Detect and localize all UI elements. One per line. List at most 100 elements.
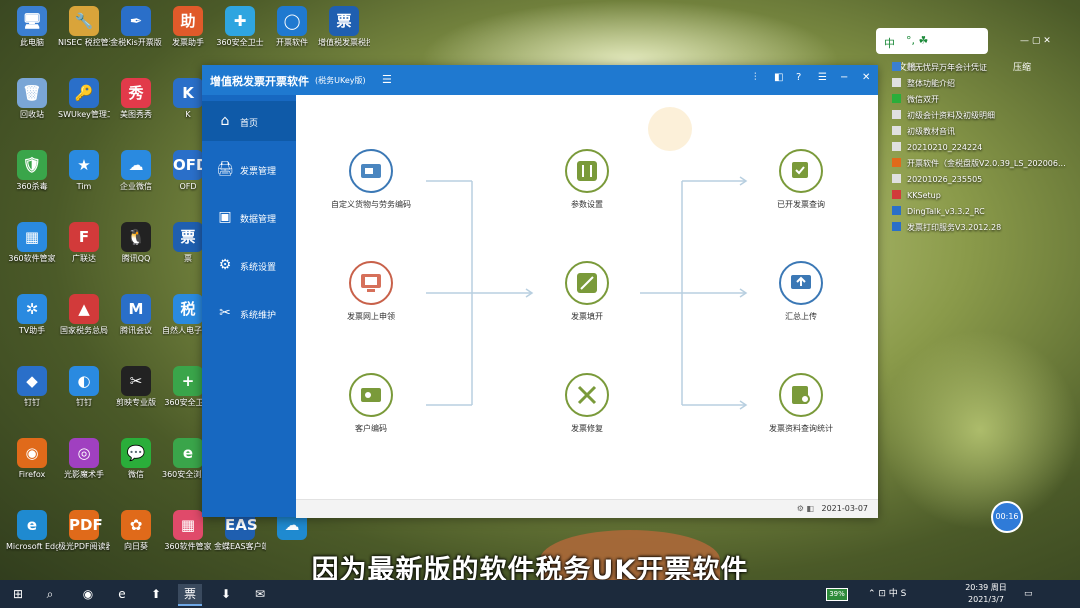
desktop-icon[interactable]: ◎ 光影魔术手 xyxy=(58,438,110,480)
desktop-file-item[interactable]: DingTalk_v3.3.2_RC xyxy=(892,206,985,220)
desktop-icon[interactable]: ✿ 向日葵 xyxy=(110,510,162,552)
hamburger-icon[interactable]: ☰ xyxy=(382,73,392,86)
sidebar-item-system-maintenance[interactable]: ✂ 系统维护 xyxy=(202,293,296,333)
file-label: 发票打印服务V3.2012.28 xyxy=(907,223,1002,232)
search-icon[interactable]: ⌕ xyxy=(38,584,62,604)
desktop-file-item[interactable]: 初级教材音讯 xyxy=(892,126,955,140)
status-icons[interactable]: ⚙ ◧ xyxy=(797,504,814,513)
desktop-file-item[interactable]: 微信双开 xyxy=(892,94,939,108)
desktop-icon-label: 微信 xyxy=(128,470,144,479)
battery-indicator[interactable]: 39% xyxy=(826,588,848,601)
sliders-icon: ⚙ xyxy=(218,257,232,273)
node-label: 参数设置 xyxy=(571,200,603,209)
desktop-icon[interactable]: 🔑 SWUkey管理工具 xyxy=(58,78,110,120)
desktop-icon[interactable]: 🖥 此电脑 xyxy=(6,6,58,48)
desktop-icon[interactable]: eMicrosoft Edge xyxy=(6,510,58,552)
desktop-icon[interactable]: ✒ 金税Kis开票版 xyxy=(110,6,162,48)
desktop-file-item[interactable]: 初级会计资料及初级明细 xyxy=(892,110,995,124)
app-icon: e xyxy=(173,438,203,468)
taskbar-download-icon[interactable]: ⬇ xyxy=(214,584,238,604)
pin-icon[interactable]: ⫶ xyxy=(754,72,757,83)
window-controls-icon[interactable]: — ▢ ✕ xyxy=(1020,36,1051,46)
desktop-file-item[interactable]: 20201026_235505 xyxy=(892,174,982,188)
desktop-icon[interactable]: 💬 微信 xyxy=(110,438,162,480)
desktop-file-item[interactable]: 账无忧异万年会计凭证 xyxy=(892,62,987,76)
desktop-icon[interactable]: ◆ 钉钉 xyxy=(6,366,58,408)
desktop-icon[interactable]: ▦ 360软件管家 xyxy=(6,222,58,264)
window-icon[interactable]: ◧ xyxy=(774,72,783,83)
sidebar: ⌂ 首页 🖨 发票管理 ▣ 数据管理 ⚙ 系统设置 ✂ 系统维护 xyxy=(202,95,296,517)
app-icon: 秀 xyxy=(121,78,151,108)
desktop-icon-label: 国家税务总局 xyxy=(60,326,108,335)
taskbar-360-icon[interactable]: ◉ xyxy=(76,584,100,604)
sidebar-item-invoice-management[interactable]: 🖨 发票管理 xyxy=(202,149,296,189)
sidebar-item-data-management[interactable]: ▣ 数据管理 xyxy=(202,197,296,237)
desktop-icon[interactable]: 🗑 回收站 xyxy=(6,78,58,120)
desktop-icon[interactable]: ▲ 国家税务总局 xyxy=(58,294,110,336)
desktop-icon[interactable]: ✂ 剪映专业版 xyxy=(110,366,162,408)
ime-language[interactable]: 中 xyxy=(884,35,895,51)
taskbar-invoice-icon[interactable]: 票 xyxy=(178,584,202,606)
desktop-file-item[interactable]: KKSetup xyxy=(892,190,941,204)
desktop-icon[interactable]: ◉ Firefox xyxy=(6,438,58,480)
file-icon xyxy=(892,94,901,103)
desktop-file-item[interactable]: 开票软件（金税盘版V2.0.39_LS_202006... xyxy=(892,158,1066,172)
desktop-icon-label: 360软件管家 xyxy=(8,254,56,263)
node-customer-codes[interactable]: 客户编码 xyxy=(316,373,426,434)
app-icon: ▦ xyxy=(173,510,203,540)
desktop-icon[interactable]: F 广联达 xyxy=(58,222,110,264)
node-label: 发票修复 xyxy=(571,424,603,433)
home-icon: ⌂ xyxy=(220,113,230,129)
desktop-icon[interactable]: 秀美图秀秀 xyxy=(110,78,162,120)
sidebar-item-home[interactable]: ⌂ 首页 xyxy=(202,101,296,141)
sidebar-item-system-settings[interactable]: ⚙ 系统设置 xyxy=(202,245,296,285)
file-icon xyxy=(892,190,901,199)
taskbar-app-icon[interactable]: ⬆ xyxy=(144,584,168,604)
notification-icon[interactable]: ▭ xyxy=(1024,580,1033,608)
help-icon[interactable]: ? xyxy=(796,72,801,83)
node-parameter-settings[interactable]: 参数设置 xyxy=(532,149,642,210)
desktop-icon[interactable]: 🔧 NISEC 税控管理工具 xyxy=(58,6,110,48)
desktop-icon[interactable]: PDF 极光PDF阅读器 xyxy=(58,510,110,552)
recording-timer[interactable]: 00:16 xyxy=(991,501,1023,533)
desktop-icon[interactable]: 票增值税发票税控开票软件 xyxy=(318,6,370,48)
node-invoice-online-apply[interactable]: 发票网上申领 xyxy=(316,261,426,322)
desktop-file-item[interactable]: 20210210_224224 xyxy=(892,142,982,156)
desktop-icon[interactable]: ◐ 钉钉 xyxy=(58,366,110,408)
desktop-icon-label: 金税Kis开票版 xyxy=(110,38,162,47)
node-issued-invoice-query[interactable]: 已开发票查询 xyxy=(746,149,856,210)
start-icon[interactable]: ⊞ xyxy=(6,584,30,604)
taskbar-edge-icon[interactable]: e xyxy=(110,584,134,604)
node-invoice-issue[interactable]: 发票填开 xyxy=(532,261,642,322)
file-label: 初级会计资料及初级明细 xyxy=(907,111,995,120)
desktop-icon[interactable]: M 腾讯会议 xyxy=(110,294,162,336)
system-tray-icons[interactable]: ⌃ ⊡ 中 S xyxy=(868,580,906,608)
title-bar[interactable]: 增值税发票开票软件 (税务UKey版) ☰ ⫶ ◧ ? ☰ − ✕ xyxy=(202,65,878,95)
ime-options-icon[interactable]: °, ☘ xyxy=(906,34,928,47)
desktop-file-item[interactable]: 整体功能介绍 xyxy=(892,78,955,92)
desktop-icon[interactable]: ◯ 开票软件 xyxy=(266,6,318,48)
desktop-icon[interactable]: 🛡 360杀毒 xyxy=(6,150,58,192)
menu-icon[interactable]: ☰ xyxy=(818,72,827,83)
minimize-icon[interactable]: − xyxy=(840,72,848,83)
desktop-icons: 🖥此电脑🔧NISEC 税控管理工具✒金税Kis开票版助发票助手✚360安全卫士◯… xyxy=(0,0,370,580)
desktop-icon[interactable]: ✲ TV助手 xyxy=(6,294,58,336)
taskbar-clock[interactable]: 20:39 周日 2021/3/7 xyxy=(962,582,1010,606)
desktop-icon[interactable]: 🐧 腾讯QQ xyxy=(110,222,162,264)
desktop-icon[interactable]: ☁ 企业微信 xyxy=(110,150,162,192)
node-invoice-repair[interactable]: 发票修复 xyxy=(532,373,642,434)
app-icon: + xyxy=(173,366,203,396)
desktop-file-item[interactable]: 发票打印服务V3.2012.28 xyxy=(892,222,1001,236)
node-invoice-data-statistics[interactable]: 发票资料查询统计 xyxy=(746,373,856,434)
node-summary-upload[interactable]: 汇总上传 xyxy=(746,261,856,322)
node-custom-goods-codes[interactable]: 自定义货物与劳务编码 xyxy=(316,149,426,210)
taskbar-mail-icon[interactable]: ✉ xyxy=(248,584,272,604)
desktop-icon[interactable]: ✚ 360安全卫士 xyxy=(214,6,266,48)
desktop-icon[interactable]: ★ Tim xyxy=(58,150,110,192)
desktop-icon-label: SWUkey管理工具 xyxy=(58,110,110,119)
close-icon[interactable]: ✕ xyxy=(862,72,870,83)
online-apply-icon xyxy=(361,274,381,292)
ime-toolbar[interactable]: 中 °, ☘ xyxy=(876,28,988,54)
file-icon xyxy=(892,174,901,183)
desktop-icon[interactable]: 助发票助手 xyxy=(162,6,214,48)
